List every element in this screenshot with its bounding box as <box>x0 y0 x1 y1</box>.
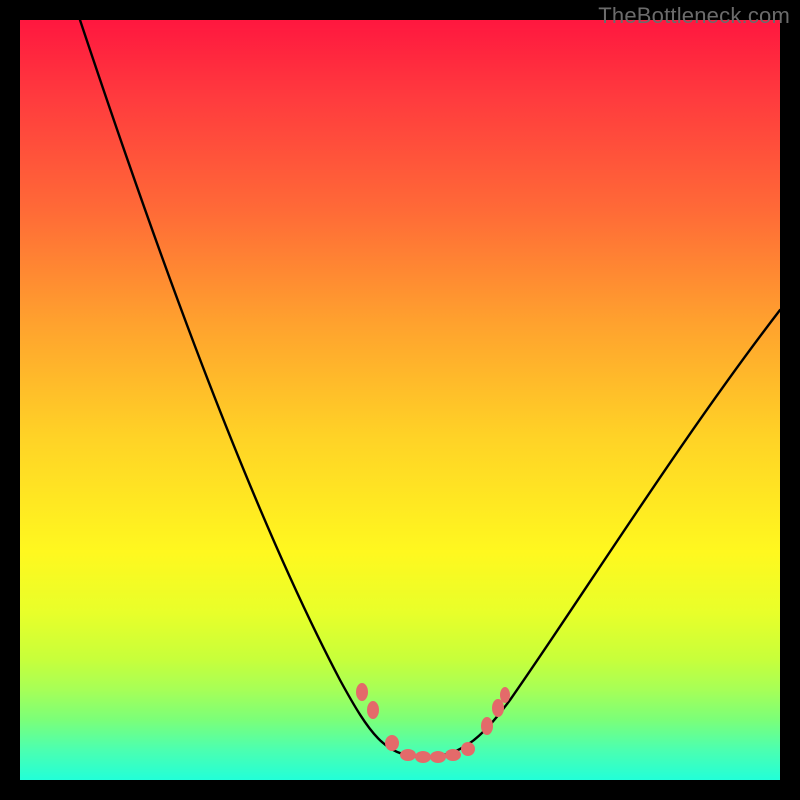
marker-dot <box>430 751 446 763</box>
bottleneck-curve-svg <box>20 20 780 780</box>
marker-dot <box>492 699 504 717</box>
watermark-text: TheBottleneck.com <box>598 3 790 29</box>
marker-dot <box>400 749 416 761</box>
marker-dot <box>367 701 379 719</box>
marker-dot <box>356 683 368 701</box>
marker-dot <box>445 749 461 761</box>
bottleneck-curve-path <box>80 20 780 757</box>
marker-dot <box>415 751 431 763</box>
marker-dot <box>481 717 493 735</box>
marker-dot <box>385 735 399 751</box>
chart-plot-area <box>20 20 780 780</box>
marker-dot <box>461 742 475 756</box>
marker-dot <box>500 687 510 703</box>
curve-markers <box>356 683 510 763</box>
